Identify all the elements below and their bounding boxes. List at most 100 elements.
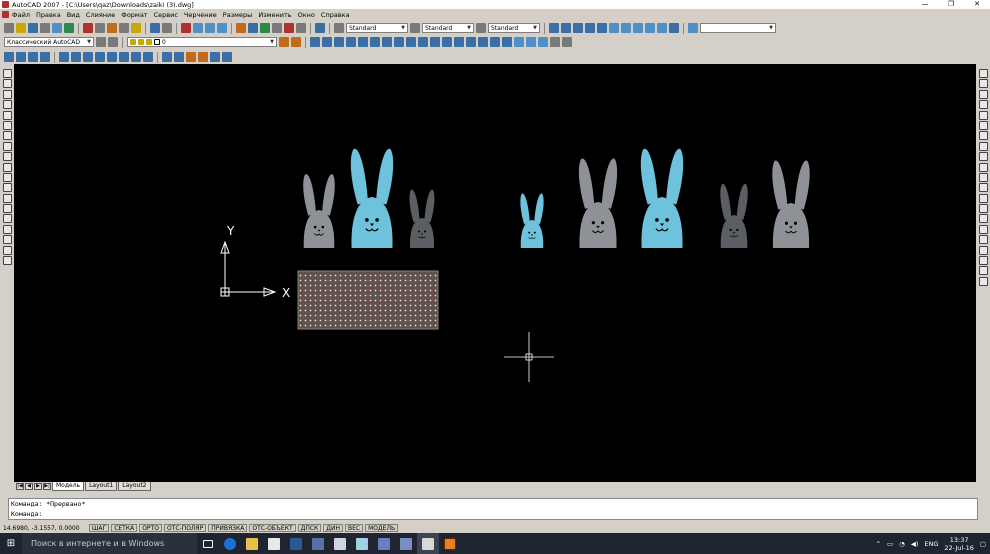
menu-edit[interactable]: Правка — [36, 11, 61, 19]
workspace-settings-icon[interactable] — [96, 37, 106, 47]
minimize-button[interactable]: — — [912, 0, 938, 9]
task-view-icon[interactable] — [197, 533, 219, 554]
intersect-icon[interactable] — [502, 37, 512, 47]
view-top-icon[interactable] — [59, 52, 69, 62]
zoom-previous-icon[interactable] — [217, 23, 227, 33]
view-front-icon[interactable] — [621, 23, 631, 33]
prev-tab-button[interactable]: ◀ — [25, 482, 33, 490]
bunny-blue-large[interactable] — [640, 148, 684, 248]
battery-icon[interactable]: ▭ — [887, 540, 893, 548]
viewport-icon[interactable] — [549, 23, 559, 33]
view-right-icon[interactable] — [657, 23, 667, 33]
orbit-icon[interactable] — [514, 37, 524, 47]
free-orbit-icon[interactable] — [526, 37, 536, 47]
construction-line-icon[interactable] — [2, 79, 12, 89]
scroll-icon[interactable] — [351, 533, 373, 554]
zoom-realtime-icon[interactable] — [193, 23, 203, 33]
arc-icon[interactable] — [2, 120, 12, 130]
move-icon[interactable] — [978, 120, 988, 130]
make-block-icon[interactable] — [2, 193, 12, 203]
match-properties-icon[interactable] — [119, 23, 129, 33]
stretch-icon[interactable] — [978, 152, 988, 162]
chevron-up-icon[interactable]: ⌃ — [876, 540, 881, 548]
calculator-icon[interactable] — [296, 23, 306, 33]
network-icon[interactable]: ◔ — [899, 540, 905, 548]
grid-toggle[interactable]: СЕТКА — [111, 524, 138, 532]
store-icon[interactable] — [263, 533, 285, 554]
convert-viewport-icon[interactable] — [585, 23, 595, 33]
maximize-button[interactable]: ❐ — [938, 0, 964, 9]
table-style-select[interactable]: Standard ▼ — [488, 23, 540, 33]
continuous-orbit-icon[interactable] — [538, 37, 548, 47]
text-style-select[interactable]: Standard ▼ — [346, 23, 408, 33]
array-icon[interactable] — [978, 110, 988, 120]
fillet-icon[interactable] — [978, 224, 988, 234]
ellipse-icon[interactable] — [2, 162, 12, 172]
document-icon[interactable] — [2, 11, 9, 18]
cylinder-icon[interactable] — [358, 37, 368, 47]
block-editor-icon[interactable] — [131, 23, 141, 33]
presspull-icon[interactable] — [430, 37, 440, 47]
layer-select[interactable]: 0 ▼ — [127, 37, 277, 47]
file-explorer-icon[interactable] — [241, 533, 263, 554]
ellipse-arc-icon[interactable] — [2, 172, 12, 182]
helix-icon[interactable] — [394, 37, 404, 47]
box-icon[interactable] — [310, 37, 320, 47]
preview-icon[interactable] — [52, 23, 62, 33]
hidden-icon[interactable] — [28, 52, 38, 62]
table-icon[interactable] — [2, 245, 12, 255]
offset-icon[interactable] — [978, 100, 988, 110]
view-se-icon[interactable] — [95, 52, 105, 62]
lineweight-toggle[interactable]: ВЕС — [344, 524, 364, 532]
otrack-toggle[interactable]: ОТС-ОБЪЕКТ — [249, 524, 296, 532]
polygon-icon[interactable] — [2, 100, 12, 110]
taskbar-search[interactable]: Поиск в интернете и в Windows — [22, 533, 197, 554]
dim-style-select[interactable]: Standard ▼ — [422, 23, 474, 33]
tab-model[interactable]: Модель — [52, 481, 85, 491]
language-indicator[interactable]: ENG — [924, 540, 938, 548]
workspace-select[interactable]: Классический AutoCAD ▼ — [4, 37, 94, 47]
copy-object-icon[interactable] — [978, 79, 988, 89]
menu-modify[interactable]: Изменить — [258, 11, 291, 19]
view-nw-icon[interactable] — [119, 52, 129, 62]
bunny-dark-left[interactable] — [409, 189, 435, 248]
named-views-select[interactable]: ▼ — [700, 23, 776, 33]
copy-icon[interactable] — [95, 23, 105, 33]
menu-help[interactable]: Справка — [321, 11, 350, 19]
first-tab-button[interactable]: |◀ — [16, 482, 24, 490]
mtext-icon[interactable] — [2, 256, 12, 266]
bunny-blue-small[interactable] — [520, 193, 544, 248]
tab-layout2[interactable]: Layout2 — [118, 481, 151, 491]
planar-surface-icon[interactable] — [406, 37, 416, 47]
layer-previous-icon[interactable] — [978, 245, 988, 255]
undo-icon[interactable] — [150, 23, 160, 33]
menu-window[interactable]: Окно — [298, 11, 315, 19]
redo-icon[interactable] — [162, 23, 172, 33]
ducs-toggle[interactable]: ДПСК — [297, 524, 322, 532]
layer-off-icon[interactable] — [978, 276, 988, 286]
gizmo-icon[interactable] — [562, 37, 572, 47]
help-icon[interactable] — [315, 23, 325, 33]
bunny-gray-mid[interactable] — [578, 158, 618, 248]
snap-toggle[interactable]: ШАГ — [89, 524, 110, 532]
menu-dimension[interactable]: Размеры — [223, 11, 253, 19]
hatch-to-back-icon[interactable] — [222, 52, 232, 62]
ucs-icon[interactable] — [688, 23, 698, 33]
region-icon[interactable] — [2, 235, 12, 245]
3d-wireframe-icon[interactable] — [16, 52, 26, 62]
erase-icon[interactable] — [978, 69, 988, 78]
polygonal-viewport-icon[interactable] — [573, 23, 583, 33]
command-prompt[interactable]: Команда: — [11, 509, 977, 519]
make-object-layer-current-icon[interactable] — [291, 37, 301, 47]
rectangle-icon[interactable] — [2, 110, 12, 120]
illustrator-icon[interactable] — [439, 533, 461, 554]
layer-iso-icon[interactable] — [978, 256, 988, 266]
extrude-icon[interactable] — [418, 37, 428, 47]
volume-icon[interactable]: ◀) — [911, 540, 919, 548]
zoom-window-icon[interactable] — [205, 23, 215, 33]
extend-icon[interactable] — [978, 172, 988, 182]
design-center-icon[interactable] — [248, 23, 258, 33]
pyramid-icon[interactable] — [382, 37, 392, 47]
union-icon[interactable] — [478, 37, 488, 47]
ortho-toggle[interactable]: ОРТО — [139, 524, 162, 532]
